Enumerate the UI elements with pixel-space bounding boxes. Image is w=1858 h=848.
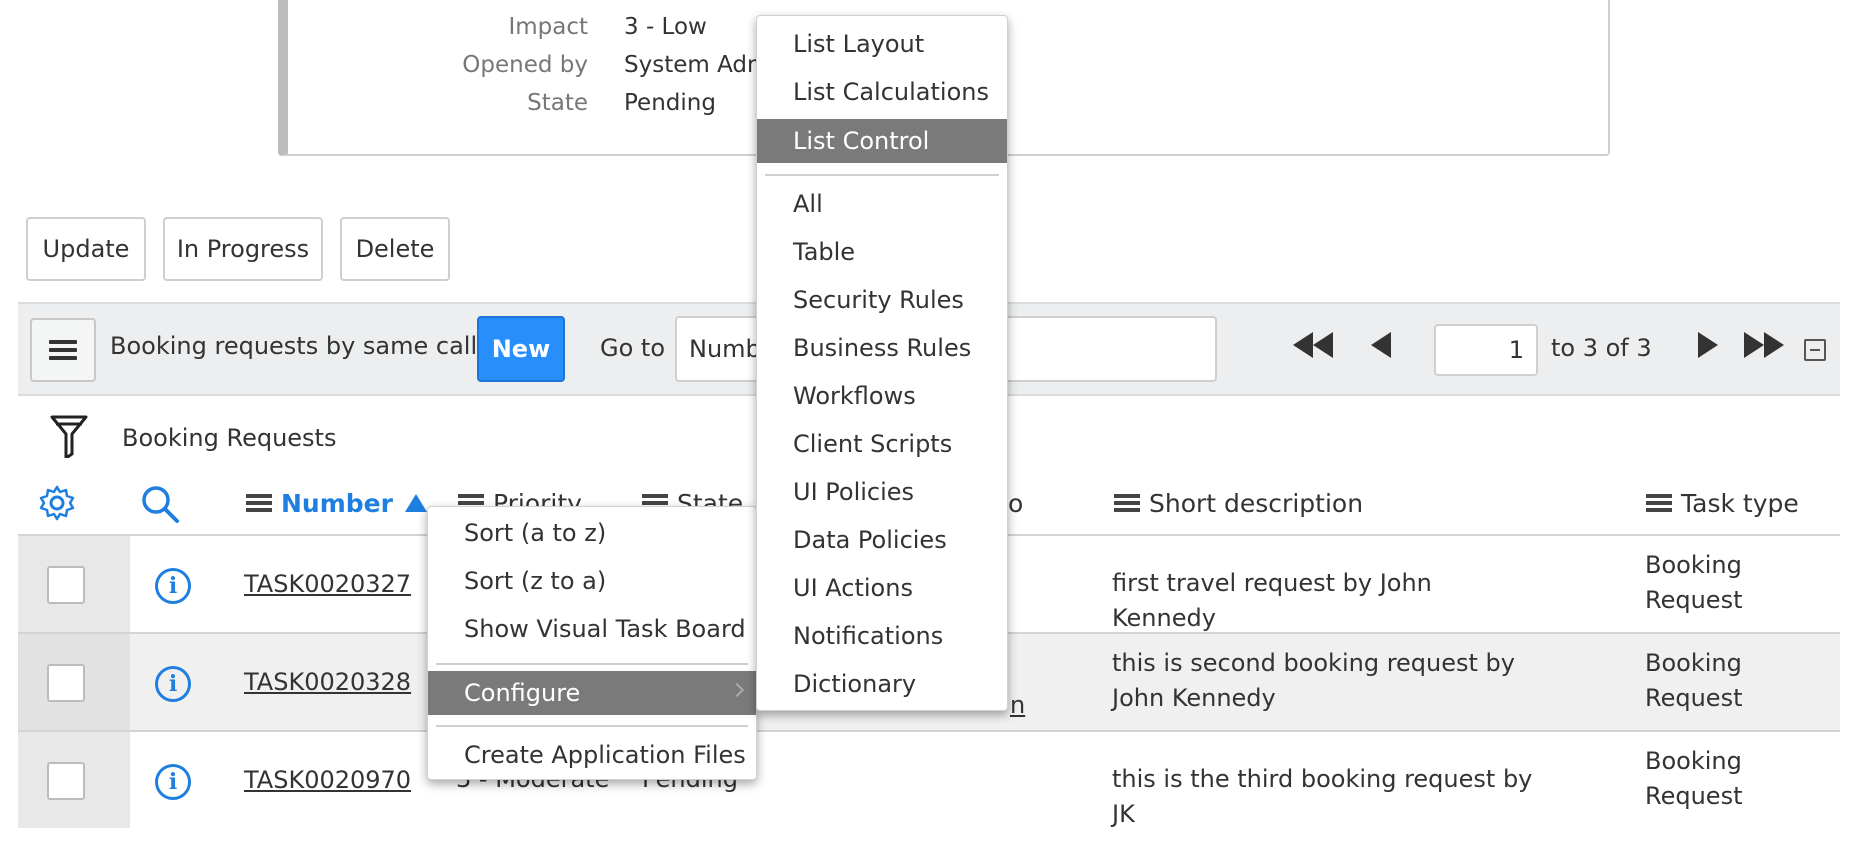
- previous-page-icon[interactable]: [1371, 332, 1391, 358]
- menu-divider: [436, 725, 748, 727]
- goto-label: Go to: [600, 334, 666, 362]
- menu-item-client-scripts[interactable]: Client Scripts: [757, 422, 1007, 466]
- menu-item-table[interactable]: Table: [757, 230, 1007, 274]
- update-button[interactable]: Update: [26, 217, 146, 281]
- info-icon[interactable]: i: [155, 568, 191, 604]
- detail-value: Pending: [624, 90, 716, 116]
- search-icon[interactable]: [140, 484, 180, 524]
- column-menu-icon[interactable]: [1646, 494, 1672, 512]
- menu-item-notifications[interactable]: Notifications: [757, 614, 1007, 658]
- record-number-link[interactable]: TASK0020328: [244, 668, 411, 696]
- row-checkbox[interactable]: [47, 566, 85, 604]
- column-header-assigned-to[interactable]: o: [1008, 484, 1023, 522]
- menu-divider: [765, 174, 999, 176]
- gear-icon[interactable]: [38, 484, 76, 522]
- column-label: Number: [281, 488, 393, 518]
- column-menu-icon[interactable]: [246, 494, 272, 512]
- collapse-list-icon[interactable]: [1804, 339, 1826, 361]
- table-row[interactable]: i TASK0020970 3 - Moderate Pending this …: [18, 730, 1840, 828]
- column-header-number[interactable]: Number: [246, 484, 427, 522]
- menu-item-business-rules[interactable]: Business Rules: [757, 326, 1007, 370]
- menu-item-label: Configure: [464, 679, 581, 707]
- row-checkbox[interactable]: [47, 762, 85, 800]
- in-progress-button[interactable]: In Progress: [163, 217, 323, 281]
- column-header-short-description[interactable]: Short description: [1114, 484, 1363, 522]
- task-type-cell: Booking Request: [1645, 649, 1743, 712]
- menu-item-data-policies[interactable]: Data Policies: [757, 518, 1007, 562]
- record-number-link[interactable]: TASK0020970: [244, 766, 411, 794]
- menu-item-create-application-files[interactable]: Create Application Files: [428, 733, 756, 777]
- detail-label: State: [527, 90, 588, 116]
- menu-item-sort-a-z[interactable]: Sort (a to z): [428, 511, 756, 555]
- menu-item-configure[interactable]: Configure: [428, 671, 756, 715]
- column-label: Task type: [1681, 488, 1799, 518]
- list-menu-button[interactable]: [30, 318, 96, 382]
- list-title: Booking requests by same caller: [110, 332, 502, 360]
- assigned-to-cell[interactable]: n: [1010, 688, 1025, 723]
- menu-item-all[interactable]: All: [757, 182, 1007, 226]
- menu-item-security-rules[interactable]: Security Rules: [757, 278, 1007, 322]
- info-icon[interactable]: i: [155, 764, 191, 800]
- record-number-link[interactable]: TASK0020327: [244, 570, 411, 598]
- detail-label: Impact: [508, 14, 588, 40]
- column-label: o: [1008, 488, 1024, 518]
- column-label: Short description: [1149, 488, 1364, 518]
- column-header-task-type[interactable]: Task type: [1646, 484, 1799, 522]
- new-button[interactable]: New: [477, 316, 565, 382]
- task-type-cell: Booking Request: [1645, 551, 1743, 614]
- menu-item-list-calculations[interactable]: List Calculations: [757, 70, 1007, 114]
- breadcrumb[interactable]: Booking Requests: [122, 424, 336, 452]
- page-range: to 3 of 3: [1551, 334, 1652, 362]
- last-page-icon[interactable]: [1744, 332, 1784, 358]
- short-description-cell: this is second booking request by John K…: [1112, 649, 1515, 712]
- configure-submenu: List Layout List Calculations List Contr…: [756, 15, 1008, 711]
- menu-item-show-visual-task-board[interactable]: Show Visual Task Board: [428, 607, 756, 651]
- menu-item-list-control[interactable]: List Control: [757, 119, 1007, 163]
- info-icon[interactable]: i: [155, 666, 191, 702]
- menu-item-dictionary[interactable]: Dictionary: [757, 662, 1007, 706]
- menu-item-ui-policies[interactable]: UI Policies: [757, 470, 1007, 514]
- delete-button[interactable]: Delete: [340, 217, 450, 281]
- filter-icon[interactable]: [50, 414, 88, 458]
- column-context-menu: Sort (a to z) Sort (z to a) Show Visual …: [427, 506, 757, 780]
- chevron-right-icon: [729, 682, 745, 698]
- sort-ascending-icon: [404, 494, 427, 512]
- menu-item-workflows[interactable]: Workflows: [757, 374, 1007, 418]
- row-checkbox[interactable]: [47, 664, 85, 702]
- menu-item-ui-actions[interactable]: UI Actions: [757, 566, 1007, 610]
- short-description-cell: this is the third booking request by JK: [1112, 765, 1533, 828]
- page-number-input[interactable]: [1434, 324, 1538, 376]
- menu-divider: [436, 663, 748, 665]
- next-page-icon[interactable]: [1698, 332, 1718, 358]
- column-menu-icon[interactable]: [1114, 494, 1140, 512]
- menu-item-list-layout[interactable]: List Layout: [757, 22, 1007, 66]
- detail-label: Opened by: [462, 52, 588, 78]
- hamburger-icon: [49, 340, 77, 360]
- menu-item-sort-z-a[interactable]: Sort (z to a): [428, 559, 756, 603]
- first-page-icon[interactable]: [1293, 332, 1333, 358]
- detail-value: 3 - Low: [624, 14, 707, 40]
- task-type-cell: Booking Request: [1645, 747, 1743, 810]
- short-description-cell: first travel request by John Kennedy: [1112, 569, 1432, 632]
